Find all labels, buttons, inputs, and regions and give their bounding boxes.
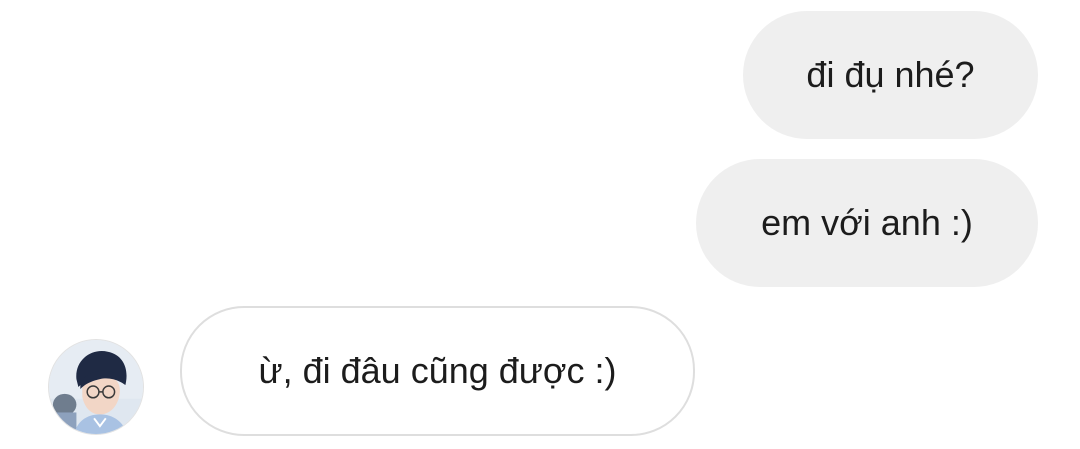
message-text: em với anh :) [761, 202, 973, 243]
contact-avatar[interactable] [48, 339, 144, 435]
message-thread: đi đụ nhé? em với anh :) ừ, đi đâu cũng … [0, 0, 1080, 449]
message-text: ừ, đi đâu cũng được :) [258, 350, 617, 391]
message-text: đi đụ nhé? [806, 54, 975, 95]
outgoing-message-bubble[interactable]: đi đụ nhé? [743, 11, 1038, 139]
outgoing-message-bubble[interactable]: em với anh :) [696, 159, 1038, 287]
incoming-message-bubble[interactable]: ừ, đi đâu cũng được :) [180, 306, 695, 436]
profile-photo-icon [49, 340, 143, 434]
